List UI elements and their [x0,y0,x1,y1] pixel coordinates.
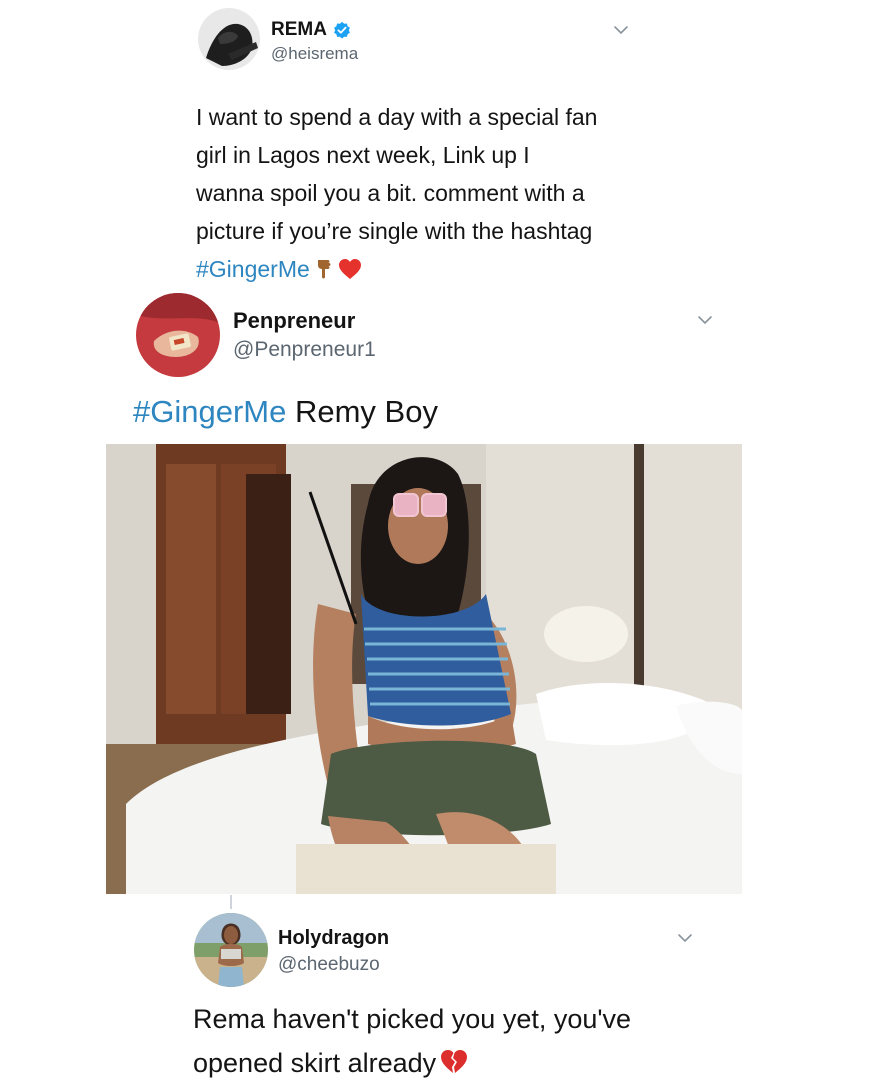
display-name[interactable]: Holydragon [278,927,389,950]
tweet-line: picture if you’re single with the hashta… [196,218,593,244]
username-handle[interactable]: @cheebuzo [278,954,380,976]
chevron-down-icon[interactable] [612,24,630,36]
holydragon-avatar-image [194,913,268,987]
tweet-body: Rema haven't picked you yet, you've open… [193,997,631,1085]
avatar[interactable] [136,293,220,377]
penpreneur-avatar-image [136,293,220,377]
tweet-line: wanna spoil you a bit. comment with a [196,180,585,206]
tweet-line: opened skirt already [193,1041,631,1085]
thread-connector-line [230,895,232,909]
tweet-line: Rema haven't picked you yet, you've [193,1004,632,1034]
chevron-down-icon[interactable] [696,314,714,326]
username-handle[interactable]: @heisrema [271,44,358,64]
tweet-body: I want to spend a day with a special fan… [196,98,597,288]
display-name[interactable]: REMA [271,19,351,41]
username-handle[interactable]: @Penpreneur1 [233,338,376,362]
display-name-text: REMA [271,19,327,40]
avatar[interactable] [198,8,260,70]
tweet-body: #GingerMe Remy Boy [133,392,438,432]
avatar[interactable] [194,913,268,987]
broken-heart-icon [441,1050,468,1073]
tweet-line: girl in Lagos next week, Link up I [196,142,530,168]
backhand-index-pointing-down-icon [317,260,331,279]
tweet-text: Remy Boy [294,394,438,429]
tweet-line: I want to spend a day with a special fan [196,104,598,130]
hashtag-link[interactable]: #GingerMe [196,256,310,282]
chevron-down-icon[interactable] [676,932,694,944]
attached-photo[interactable] [106,444,742,894]
display-name[interactable]: Penpreneur [233,308,355,334]
red-heart-icon [338,259,361,279]
tweet-line: #GingerMe [196,250,597,288]
verified-badge-icon [334,21,350,39]
hashtag-link[interactable]: #GingerMe [133,394,286,429]
tweet-line-text: opened skirt already [193,1048,437,1078]
rema-avatar-image [198,8,260,70]
photo-image [106,444,742,894]
